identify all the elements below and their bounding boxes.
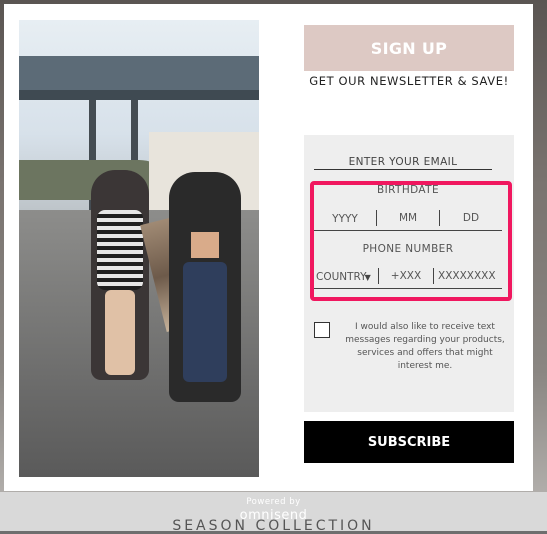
photo-striped-shirt (97, 210, 143, 290)
powered-by-footer[interactable]: Powered by omnisend (0, 497, 547, 523)
photo-person-left (91, 170, 149, 380)
hero-photo (19, 20, 259, 477)
newsletter-tagline: GET OUR NEWSLETTER & SAVE! (309, 74, 509, 88)
photo-midriff (191, 232, 219, 258)
signup-button[interactable]: SIGN UP (304, 25, 514, 71)
photo-canopy (19, 56, 259, 90)
sms-consent-text: I would also like to receive text messag… (345, 322, 505, 371)
omnisend-logo: omnisend (239, 508, 308, 523)
photo-person-right (169, 172, 241, 402)
photo-jeans (183, 262, 227, 382)
sms-consent-checkbox[interactable] (314, 322, 330, 338)
highlight-box (310, 181, 512, 301)
newsletter-popup: SIGN UP GET OUR NEWSLETTER & SAVE! ENTER… (4, 4, 533, 491)
email-field[interactable]: ENTER YOUR EMAIL (314, 155, 492, 170)
photo-canopy-edge (19, 90, 259, 100)
powered-by-label: Powered by (246, 497, 301, 507)
subscribe-button[interactable]: SUBSCRIBE (304, 421, 514, 463)
photo-legs (105, 290, 135, 375)
